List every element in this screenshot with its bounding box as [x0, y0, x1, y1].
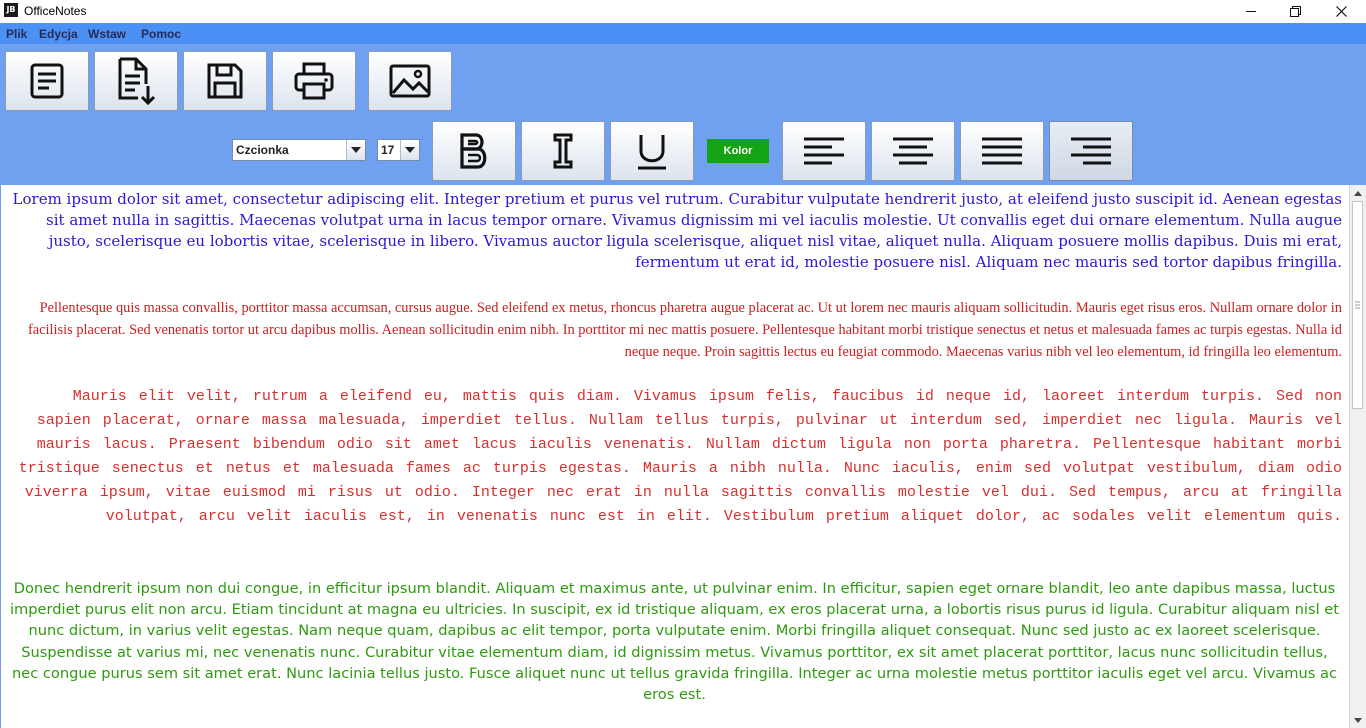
align-justify-icon	[982, 137, 1022, 165]
restore-icon	[1289, 5, 1301, 17]
paragraph-red-serif: Pellentesque quis massa convallis, portt…	[27, 300, 1342, 360]
minimize-icon	[1246, 11, 1256, 12]
new-document-icon	[30, 63, 64, 99]
bold-button[interactable]	[432, 121, 516, 181]
minimize-button[interactable]	[1228, 0, 1274, 22]
align-left-button[interactable]	[782, 121, 866, 181]
scrollbar-thumb[interactable]	[1352, 201, 1363, 409]
menu-pomoc[interactable]: Pomoc	[141, 27, 181, 41]
color-button[interactable]: Kolor	[707, 139, 769, 163]
insert-image-icon	[389, 64, 431, 98]
align-right-icon	[1071, 137, 1111, 165]
title-bar: JB OfficeNotes	[0, 0, 1366, 23]
bold-icon	[460, 133, 487, 169]
font-combo[interactable]: Czcionka	[232, 139, 366, 161]
menu-wstaw[interactable]: Wstaw	[88, 27, 126, 41]
menu-edycja[interactable]: Edycja	[39, 27, 78, 41]
menu-plik[interactable]: Plik	[6, 27, 27, 41]
align-right-button[interactable]	[1049, 121, 1133, 181]
scroll-up-icon[interactable]	[1350, 185, 1366, 201]
italic-icon	[553, 133, 573, 169]
size-combo-value: 17	[381, 143, 395, 157]
align-center-icon	[893, 137, 933, 165]
restore-button[interactable]	[1272, 0, 1318, 22]
insert-image-button[interactable]	[368, 51, 452, 111]
font-combo-value: Czcionka	[236, 143, 289, 157]
paragraph-red-mono: Mauris elit velit, rutrum a eleifend eu,…	[18, 388, 1342, 525]
underline-icon	[638, 135, 666, 170]
paragraph-green: Donec hendrerit ipsum non dui congue, in…	[10, 580, 1339, 704]
align-center-button[interactable]	[871, 121, 955, 181]
chevron-down-icon[interactable]	[400, 140, 419, 160]
vertical-scrollbar[interactable]	[1349, 185, 1366, 728]
close-button[interactable]	[1318, 0, 1364, 22]
app-icon: JB	[4, 3, 18, 17]
window-title: OfficeNotes	[24, 4, 87, 18]
chevron-down-icon[interactable]	[346, 140, 365, 160]
close-icon	[1335, 5, 1347, 17]
scroll-down-icon[interactable]	[1350, 712, 1366, 728]
new-document-button[interactable]	[5, 51, 89, 111]
align-left-icon	[804, 137, 844, 165]
print-button[interactable]	[272, 51, 356, 111]
save-button[interactable]	[183, 51, 267, 111]
menu-bar: Plik Edycja Wstaw Pomoc	[0, 23, 1366, 44]
print-icon	[294, 62, 334, 100]
export-document-icon	[118, 57, 156, 106]
save-icon	[207, 63, 243, 99]
text-editor[interactable]: Lorem ipsum dolor sit amet, consectetur …	[0, 185, 1350, 728]
italic-button[interactable]	[521, 121, 605, 181]
export-document-button[interactable]	[94, 51, 178, 111]
underline-button[interactable]	[610, 121, 694, 181]
paragraph-blue: Lorem ipsum dolor sit amet, consectetur …	[12, 190, 1342, 271]
size-combo[interactable]: 17	[377, 139, 420, 161]
align-justify-button[interactable]	[960, 121, 1044, 181]
